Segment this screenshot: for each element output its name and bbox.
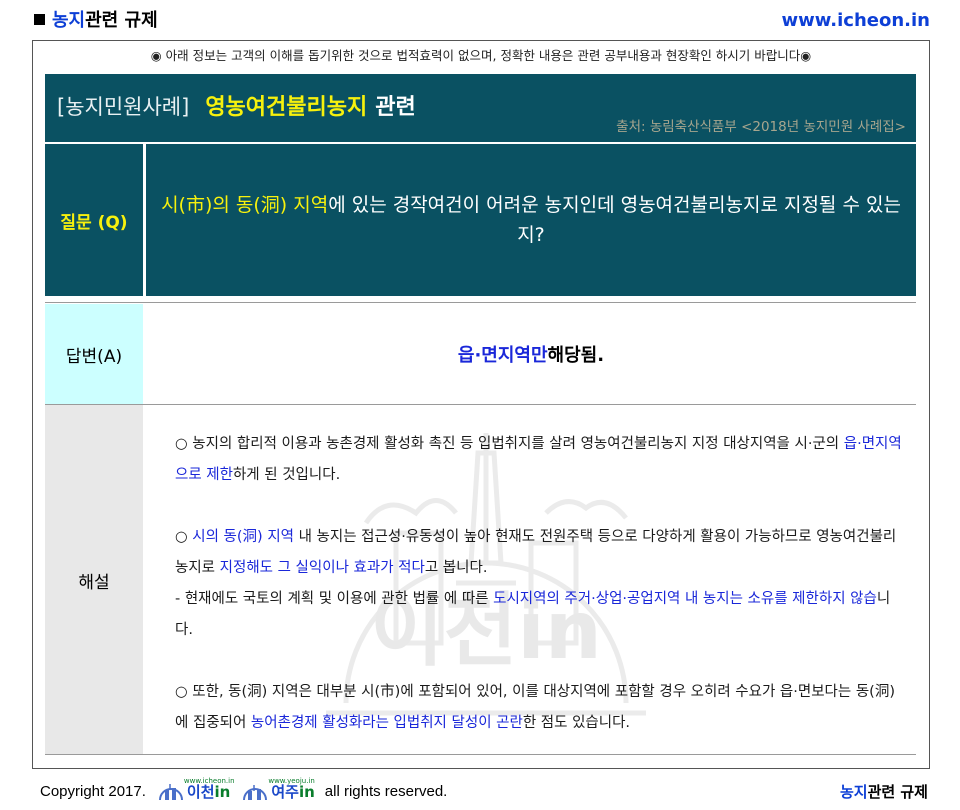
title-category: [농지민원사례]	[57, 95, 190, 119]
title-suffix: 관련	[375, 95, 416, 120]
logo-url: www.icheon.in	[183, 777, 235, 785]
answer-label: 답변(A)	[45, 304, 143, 404]
explanation-paragraph-2: ○ 시의 동(洞) 지역 내 농지는 접근성·유동성이 높아 현재도 전원주택 …	[175, 522, 907, 584]
paragraph-text: 하게 된 것입니다.	[232, 467, 341, 483]
explanation-content: 이천in ○ 농지의 합리적 이용과 농촌경제 활성화 촉진 등 입법취지를 살…	[146, 405, 916, 755]
paragraph-text: 고 봅니다.	[424, 560, 488, 576]
paragraph-highlight: 시의 동(洞) 지역	[192, 529, 294, 545]
paragraph-highlight: 농어촌경제 활성화라는 입법취지 달성이 곤란	[250, 715, 523, 731]
question-text: 시(市)의 동(洞) 지역에 있는 경작여건이 어려운 농지인데 영농여건불리농…	[146, 144, 916, 296]
question-body: 에 있는 경작여건이 어려운 농지인데 영농여건불리농지로 지정될 수 있는지?	[328, 194, 901, 246]
explanation-text: ○ 농지의 합리적 이용과 농촌경제 활성화 촉진 등 입법취지를 살려 영농여…	[175, 429, 907, 739]
title-main: [농지민원사례] 영농여건불리농지 관련	[57, 74, 416, 142]
yeoju-logo[interactable]: www.yeoju.in 여주 in	[242, 777, 315, 805]
title-banner: [농지민원사례] 영농여건불리농지 관련 출처: 농림축산식품부 <2018년 농지…	[45, 74, 916, 142]
site-link[interactable]: www.icheon.in	[782, 8, 930, 34]
header-title: 농지관련 규제	[34, 8, 158, 34]
footer-title-rest: 관련 규제	[867, 783, 928, 801]
divider	[45, 302, 916, 303]
city-skyline-icon	[243, 785, 268, 801]
top-header: 농지관련 규제 www.icheon.in	[34, 8, 930, 34]
square-bullet-icon	[34, 14, 45, 25]
divider	[45, 754, 916, 755]
explanation-paragraph-4: ○ 또한, 동(洞) 지역은 대부분 시(市)에 포함되어 있어, 이를 대상지…	[175, 677, 907, 739]
header-title-rest: 관련 규제	[85, 10, 158, 31]
footer-title: 농지관련 규제	[840, 779, 928, 805]
paragraph-highlight: 도시지역의 주거·상업·공업지역 내 농지는 소유를 제한하지 않습	[493, 591, 877, 607]
icheon-logo[interactable]: www.icheon.in 이천 in	[158, 777, 235, 805]
paragraph-text: 한 점도 있습니다.	[522, 715, 631, 731]
explanation-paragraph-3: - 현재에도 국토의 계획 및 이용에 관한 법률 에 따른 도시지역의 주거·…	[175, 584, 907, 646]
title-highlight: 영농여건불리농지	[205, 95, 368, 120]
paragraph-text: - 현재에도 국토의 계획 및 이용에 관한 법률 에 따른	[175, 591, 494, 607]
answer-highlight: 읍·면지역만	[457, 345, 548, 366]
paragraph-highlight: 지정해도 그 실익이나 효과가 적다	[219, 560, 425, 576]
logo-url: www.yeoju.in	[268, 777, 315, 785]
city-skyline-icon	[158, 784, 183, 801]
header-title-blue: 농지	[52, 10, 86, 31]
footer-copyright: Copyright 2017. www.icheon.in 이천 in www.y…	[40, 777, 448, 805]
copyright-text: Copyright 2017.	[40, 783, 146, 800]
question-highlight: 시(市)의 동(洞) 지역	[161, 194, 329, 216]
content-frame: ◉ 아래 정보는 고객의 이해를 돕기위한 것으로 법적효력이 없으며, 정확한…	[32, 40, 930, 769]
question-label: 질문 (Q)	[45, 144, 143, 296]
explanation-paragraph-1: ○ 농지의 합리적 이용과 농촌경제 활성화 촉진 등 입법취지를 살려 영농여…	[175, 429, 907, 491]
explanation-label: 해설	[45, 405, 143, 755]
paragraph-text: ○	[175, 529, 193, 545]
source-caption: 출처: 농림축산식품부 <2018년 농지민원 사례집>	[616, 119, 906, 135]
rights-text: all rights reserved.	[324, 783, 448, 800]
question-row: 질문 (Q) 시(市)의 동(洞) 지역에 있는 경작여건이 어려운 농지인데 …	[45, 144, 916, 296]
answer-text: 읍·면지역만 해당됨.	[146, 304, 916, 404]
paragraph-text: ○ 농지의 합리적 이용과 농촌경제 활성화 촉진 등 입법취지를 살려 영농여…	[175, 436, 844, 452]
disclaimer-notice: ◉ 아래 정보는 고객의 이해를 돕기위한 것으로 법적효력이 없으며, 정확한…	[150, 48, 812, 63]
footer-title-blue: 농지	[839, 783, 868, 801]
answer-body: 해당됨.	[547, 345, 605, 366]
